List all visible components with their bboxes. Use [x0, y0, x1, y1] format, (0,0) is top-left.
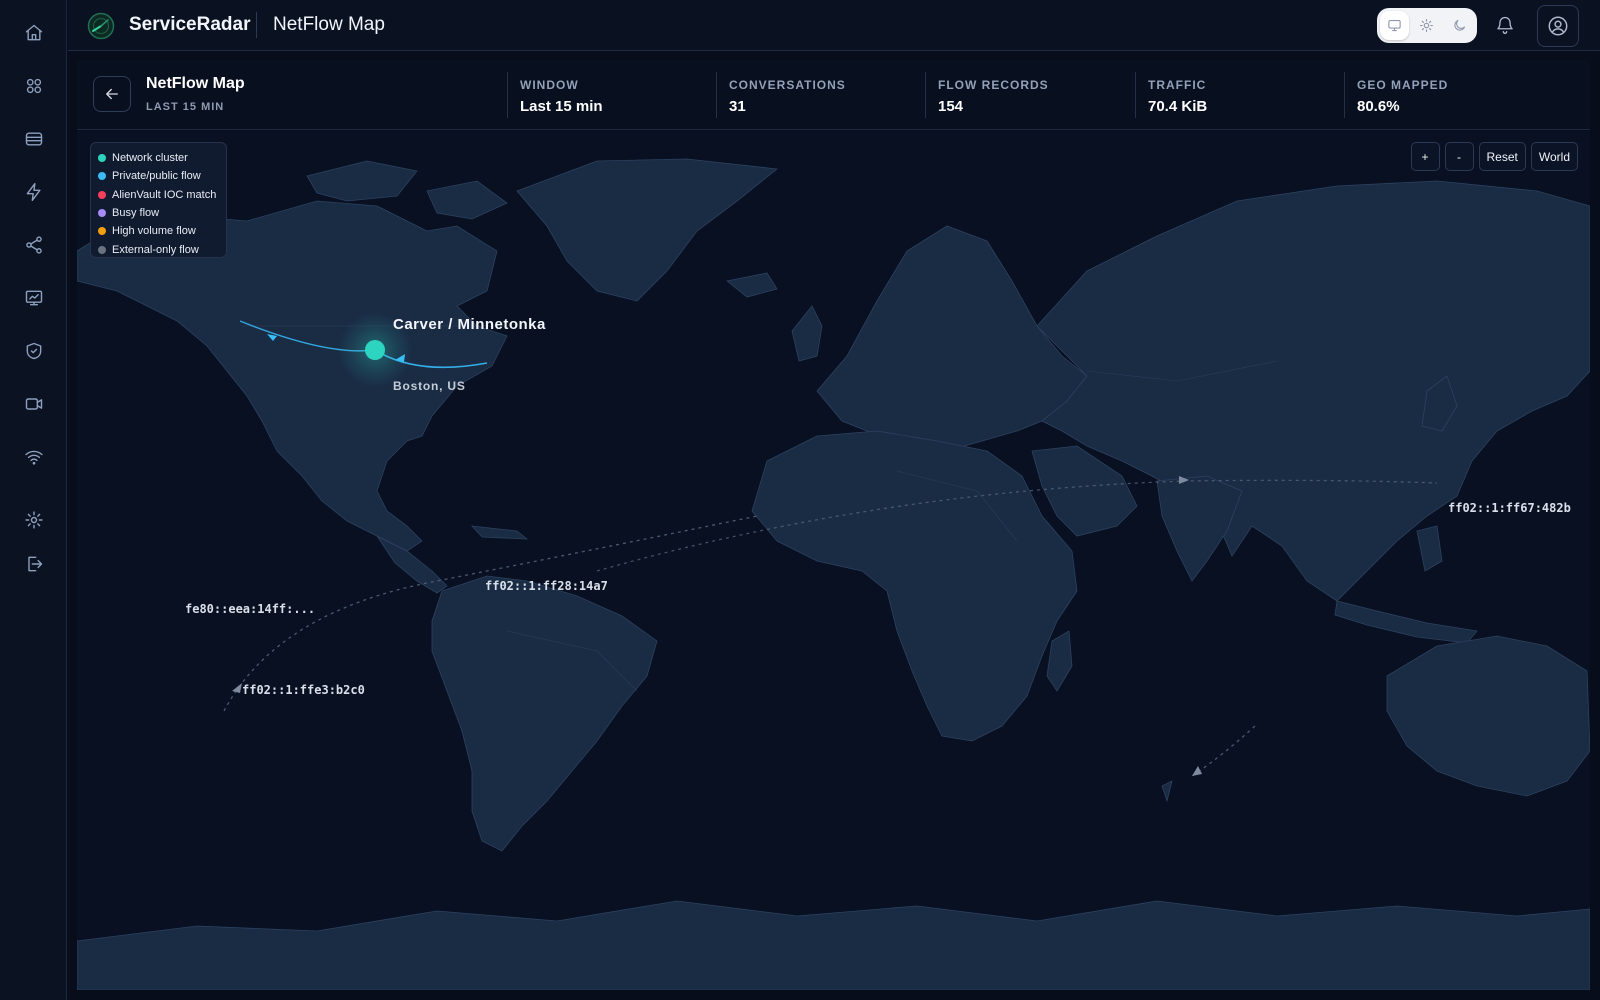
sun-icon[interactable] [1412, 11, 1441, 40]
madagascar-shape [1046, 630, 1073, 692]
security-shield-icon[interactable] [17, 334, 51, 368]
legend-item: High volume flow [98, 222, 219, 240]
user-circle-icon [1548, 16, 1568, 36]
map-legend: Network cluster Private/public flow Alie… [90, 142, 227, 258]
zoom-out-button[interactable]: - [1444, 142, 1474, 171]
arctic-islands-shape [426, 180, 508, 220]
legend-dot [98, 154, 106, 163]
stat-conversations: CONVERSATIONS 31 [716, 72, 846, 118]
philippines-shape [1416, 525, 1443, 572]
moon-icon[interactable] [1445, 11, 1474, 40]
top-bar: ServiceRadar NetFlow Map [68, 0, 1600, 51]
legend-dot [98, 245, 106, 254]
external-flow-arrow [1192, 766, 1202, 776]
cluster-location-label: Boston, US [393, 379, 466, 393]
network-cluster-node[interactable] [365, 340, 385, 360]
legend-label: Private/public flow [112, 170, 201, 183]
zoom-in-button[interactable]: + [1410, 142, 1440, 171]
user-account-button[interactable] [1537, 5, 1579, 47]
divider [256, 12, 257, 38]
new-zealand-shape [1161, 780, 1173, 803]
home-icon[interactable] [17, 16, 51, 50]
reset-view-button[interactable]: Reset [1478, 142, 1526, 171]
legend-dot [98, 172, 106, 181]
world-view-button[interactable]: World [1530, 142, 1578, 171]
world-map-canvas[interactable] [77, 131, 1590, 990]
stat-value: 70.4 KiB [1148, 98, 1208, 115]
devices-icon[interactable] [17, 122, 51, 156]
theme-switcher[interactable] [1377, 8, 1477, 43]
radar-logo-icon[interactable] [87, 12, 115, 40]
map-zoom-controls: + - Reset World [1410, 142, 1578, 171]
asia-shape [1036, 180, 1590, 602]
legend-label: External-only flow [112, 243, 199, 256]
endpoint-label[interactable]: fe80::eea:14ff:... [185, 602, 315, 616]
back-button[interactable] [93, 76, 131, 112]
arctic-islands-shape [306, 160, 418, 202]
page-title: NetFlow Map [273, 14, 385, 35]
endpoint-label[interactable]: ff02::1:ff28:14a7 [485, 579, 608, 593]
legend-item: AlienVault IOC match [98, 186, 219, 204]
legend-label: Network cluster [112, 152, 188, 165]
brand-name[interactable]: ServiceRadar [129, 14, 250, 36]
stat-traffic: TRAFFIC 70.4 KiB [1135, 72, 1207, 118]
stat-window: WINDOW Last 15 min [507, 72, 603, 118]
africa-shape [751, 430, 1078, 742]
legend-label: AlienVault IOC match [112, 188, 217, 201]
endpoint-label[interactable]: ff02::1:ffe3:b2c0 [242, 683, 365, 697]
british-isles-shape [791, 305, 823, 362]
australia-shape [1386, 635, 1590, 797]
logout-icon[interactable] [17, 547, 51, 581]
south-america-shape [431, 575, 658, 852]
legend-item: External-only flow [98, 240, 219, 258]
legend-label: Busy flow [112, 207, 160, 220]
stat-value: 80.6% [1357, 98, 1400, 115]
external-flow-arrow [232, 683, 242, 693]
legend-item: Network cluster [98, 149, 219, 167]
settings-gear-icon[interactable] [17, 503, 51, 537]
iceland-shape [726, 272, 778, 298]
stat-value: 31 [729, 98, 746, 115]
dashboard-grid-icon[interactable] [17, 69, 51, 103]
antarctica-shape [77, 900, 1590, 990]
network-share-icon[interactable] [17, 228, 51, 262]
camera-video-icon[interactable] [17, 387, 51, 421]
legend-item: Private/public flow [98, 167, 219, 185]
stat-label: TRAFFIC [1148, 78, 1207, 92]
endpoint-label[interactable]: ff02::1:ff67:482b [1448, 501, 1571, 515]
wifi-icon[interactable] [17, 440, 51, 474]
panel-title: NetFlow Map [146, 75, 245, 92]
stat-geo-mapped: GEO MAPPED 80.6% [1344, 72, 1448, 118]
cluster-title-label[interactable]: Carver / Minnetonka [393, 316, 546, 333]
bell-icon[interactable] [1493, 13, 1517, 37]
legend-label: High volume flow [112, 225, 196, 238]
caribbean-shape [470, 525, 529, 540]
landmass-layer [77, 158, 1590, 990]
arrow-left-icon [106, 88, 118, 100]
world-map[interactable]: Network cluster Private/public flow Alie… [77, 131, 1590, 990]
events-bolt-icon[interactable] [17, 175, 51, 209]
analytics-chart-icon[interactable] [17, 281, 51, 315]
stat-value: 154 [938, 98, 964, 115]
legend-dot [98, 209, 106, 218]
stat-label: GEO MAPPED [1357, 78, 1449, 92]
legend-dot [98, 190, 106, 199]
sidebar [0, 0, 67, 1000]
summary-header: NetFlow Map LAST 15 MIN WINDOW Last 15 m… [77, 60, 1590, 130]
legend-dot [98, 227, 106, 236]
monitor-icon[interactable] [1380, 11, 1410, 40]
stat-value: Last 15 min [520, 98, 603, 115]
stat-label: WINDOW [520, 78, 579, 92]
panel-subtitle: LAST 15 MIN [146, 101, 225, 113]
stat-flow-records: FLOW RECORDS 154 [925, 72, 1049, 118]
stat-label: FLOW RECORDS [938, 78, 1049, 92]
legend-item: Busy flow [98, 204, 219, 222]
indonesia-shape [1334, 600, 1478, 644]
external-flow-arc[interactable] [1191, 725, 1256, 777]
stat-label: CONVERSATIONS [729, 78, 846, 92]
